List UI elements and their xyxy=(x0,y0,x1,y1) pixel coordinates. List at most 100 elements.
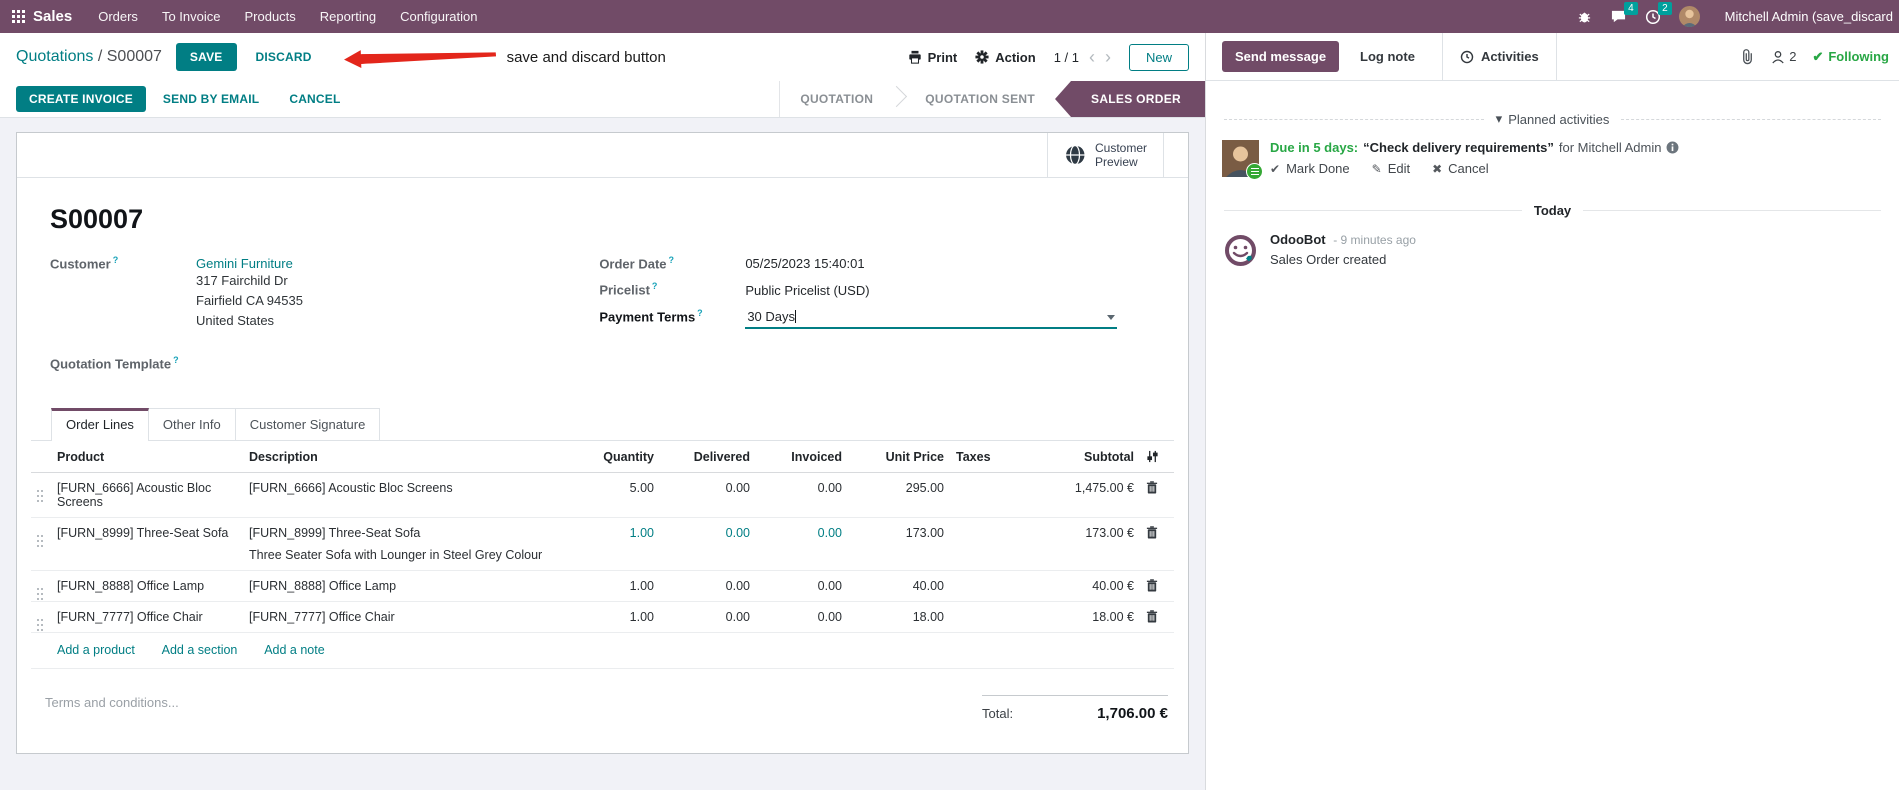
user-menu[interactable]: Mitchell Admin (save_discard xyxy=(1725,9,1893,24)
add-a-note-link[interactable]: Add a note xyxy=(264,643,324,657)
delete-row-icon[interactable] xyxy=(1146,525,1158,539)
drag-handle-icon[interactable] xyxy=(37,489,39,492)
messages-icon[interactable]: 4 xyxy=(1610,2,1638,24)
cell-product: [FURN_7777] Office Chair xyxy=(51,601,243,633)
action-button[interactable]: Action xyxy=(975,50,1036,65)
customer-preview-button[interactable]: Customer Preview xyxy=(1046,133,1164,177)
breadcrumb-separator: / xyxy=(97,48,103,65)
cell-description: [FURN_8888] Office Lamp xyxy=(243,570,576,602)
stat-button-box: Customer Preview xyxy=(17,133,1188,178)
col-invoiced[interactable]: Invoiced xyxy=(756,440,848,473)
save-button[interactable]: SAVE xyxy=(175,43,237,71)
left-field-group: Customer? Gemini Furniture 317 Fairchild… xyxy=(50,255,569,382)
pager-previous-icon[interactable]: ‹ xyxy=(1089,48,1095,66)
table-row[interactable]: [FURN_8999] Three-Seat Sofa [FURN_8999] … xyxy=(31,517,1174,571)
send-by-email-button[interactable]: SEND BY EMAIL xyxy=(150,86,272,112)
help-icon: ? xyxy=(697,307,703,318)
annotation-text: save and discard button xyxy=(506,48,666,66)
cell-unit-price: 295.00 xyxy=(848,472,950,518)
print-label: Print xyxy=(927,49,958,65)
attachments-button[interactable] xyxy=(1740,48,1755,65)
message-author[interactable]: OdooBot xyxy=(1270,232,1326,247)
dropdown-caret-icon[interactable] xyxy=(1107,314,1116,320)
menu-orders[interactable]: Orders xyxy=(86,0,150,33)
stage-quotation[interactable]: QUOTATION xyxy=(780,81,893,117)
new-button[interactable]: New xyxy=(1128,43,1189,71)
activity-type-badge-icon xyxy=(1246,163,1263,180)
customer-link[interactable]: Gemini Furniture xyxy=(196,256,293,271)
customer-address-line3: United States xyxy=(196,313,275,329)
delete-row-icon[interactable] xyxy=(1146,578,1158,592)
customer-address-line2: Fairfield CA 94535 xyxy=(196,293,303,309)
menu-to-invoice[interactable]: To Invoice xyxy=(150,0,233,33)
add-a-product-link[interactable]: Add a product xyxy=(57,643,135,657)
add-a-section-link[interactable]: Add a section xyxy=(162,643,238,657)
text-cursor xyxy=(795,309,797,323)
delete-row-icon[interactable] xyxy=(1146,609,1158,623)
send-message-button[interactable]: Send message xyxy=(1222,41,1340,72)
log-note-button[interactable]: Log note xyxy=(1347,41,1428,72)
delete-row-icon[interactable] xyxy=(1146,480,1158,494)
apps-grid-icon[interactable] xyxy=(12,10,25,23)
cancel-activity-button[interactable]: ✖ Cancel xyxy=(1432,161,1489,176)
create-invoice-button[interactable]: CREATE INVOICE xyxy=(16,86,146,112)
stage-quotation-sent[interactable]: QUOTATION SENT xyxy=(905,81,1055,117)
pager-next-icon[interactable]: › xyxy=(1105,48,1111,66)
menu-reporting[interactable]: Reporting xyxy=(308,0,388,33)
order-date-field[interactable]: 05/25/2023 15:40:01 xyxy=(745,256,1155,271)
cell-quantity: 5.00 xyxy=(576,472,660,518)
table-row[interactable]: [FURN_7777] Office Chair [FURN_7777] Off… xyxy=(31,601,1174,633)
print-button[interactable]: Print xyxy=(908,49,958,65)
discard-button[interactable]: DISCARD xyxy=(245,43,323,71)
followers-button[interactable]: 2 xyxy=(1771,49,1796,64)
chatter-body: ▾ Planned activities Due in 5 days: “Che… xyxy=(1206,81,1899,790)
bug-icon[interactable] xyxy=(1577,9,1592,24)
optional-columns-icon[interactable] xyxy=(1140,440,1174,473)
cell-subtotal: 1,475.00 € xyxy=(1008,472,1140,518)
help-icon: ? xyxy=(112,255,119,265)
tab-customer-signature[interactable]: Customer Signature xyxy=(235,407,381,440)
col-product[interactable]: Product xyxy=(51,440,243,473)
col-taxes[interactable]: Taxes xyxy=(950,440,1008,473)
col-description[interactable]: Description xyxy=(243,440,576,473)
activities-clock-icon[interactable]: 2 xyxy=(1645,1,1672,25)
activity-item: Due in 5 days: “Check delivery requireme… xyxy=(1206,127,1899,180)
user-avatar[interactable] xyxy=(1678,6,1700,27)
info-icon[interactable] xyxy=(1666,141,1679,154)
drag-handle-icon[interactable] xyxy=(37,618,39,621)
cancel-button[interactable]: CANCEL xyxy=(276,86,353,112)
drag-handle-icon[interactable] xyxy=(37,534,39,537)
drag-handle-icon[interactable] xyxy=(37,587,39,590)
cell-invoiced: 0.00 xyxy=(756,517,848,571)
col-delivered[interactable]: Delivered xyxy=(660,440,756,473)
table-row[interactable]: [FURN_8888] Office Lamp [FURN_8888] Offi… xyxy=(31,570,1174,602)
payment-terms-field[interactable]: 30 Days xyxy=(745,308,1118,329)
following-button[interactable]: ✔ Following xyxy=(1812,49,1889,65)
breadcrumb-quotations[interactable]: Quotations xyxy=(16,48,93,65)
cell-invoiced: 0.00 xyxy=(756,570,848,602)
col-quantity[interactable]: Quantity xyxy=(576,440,660,473)
planned-activities-toggle[interactable]: ▾ Planned activities xyxy=(1496,111,1610,127)
col-subtotal[interactable]: Subtotal xyxy=(1008,440,1140,473)
cell-description[interactable]: [FURN_8999] Three-Seat Sofa Three Seater… xyxy=(243,517,576,571)
table-header-row: Product Description Quantity Delivered I… xyxy=(31,440,1174,473)
terms-and-conditions-field[interactable]: Terms and conditions... xyxy=(45,695,179,722)
pager-value: 1 / 1 xyxy=(1053,49,1079,65)
table-row[interactable]: [FURN_6666] Acoustic Bloc Screens [FURN_… xyxy=(31,472,1174,518)
stage-sales-order[interactable]: SALES ORDER xyxy=(1055,81,1205,117)
tab-other-info[interactable]: Other Info xyxy=(148,407,236,440)
action-status-row: CREATE INVOICE SEND BY EMAIL CANCEL QUOT… xyxy=(0,81,1205,118)
tab-order-lines[interactable]: Order Lines xyxy=(51,407,149,441)
activities-button[interactable]: Activities xyxy=(1441,33,1557,80)
form-background: Customer Preview S00007 Customer? Gemini… xyxy=(0,118,1205,790)
cell-description: [FURN_7777] Office Chair xyxy=(243,601,576,633)
app-name[interactable]: Sales xyxy=(33,8,72,25)
col-unit-price[interactable]: Unit Price xyxy=(848,440,950,473)
cell-product: [FURN_8999] Three-Seat Sofa xyxy=(51,517,243,571)
edit-activity-button[interactable]: ✎ Edit xyxy=(1372,161,1410,176)
mark-done-button[interactable]: ✔ Mark Done xyxy=(1270,161,1350,176)
menu-configuration[interactable]: Configuration xyxy=(388,0,489,33)
pricelist-field[interactable]: Public Pricelist (USD) xyxy=(745,283,1155,298)
menu-products[interactable]: Products xyxy=(232,0,307,33)
help-icon: ? xyxy=(668,255,675,265)
